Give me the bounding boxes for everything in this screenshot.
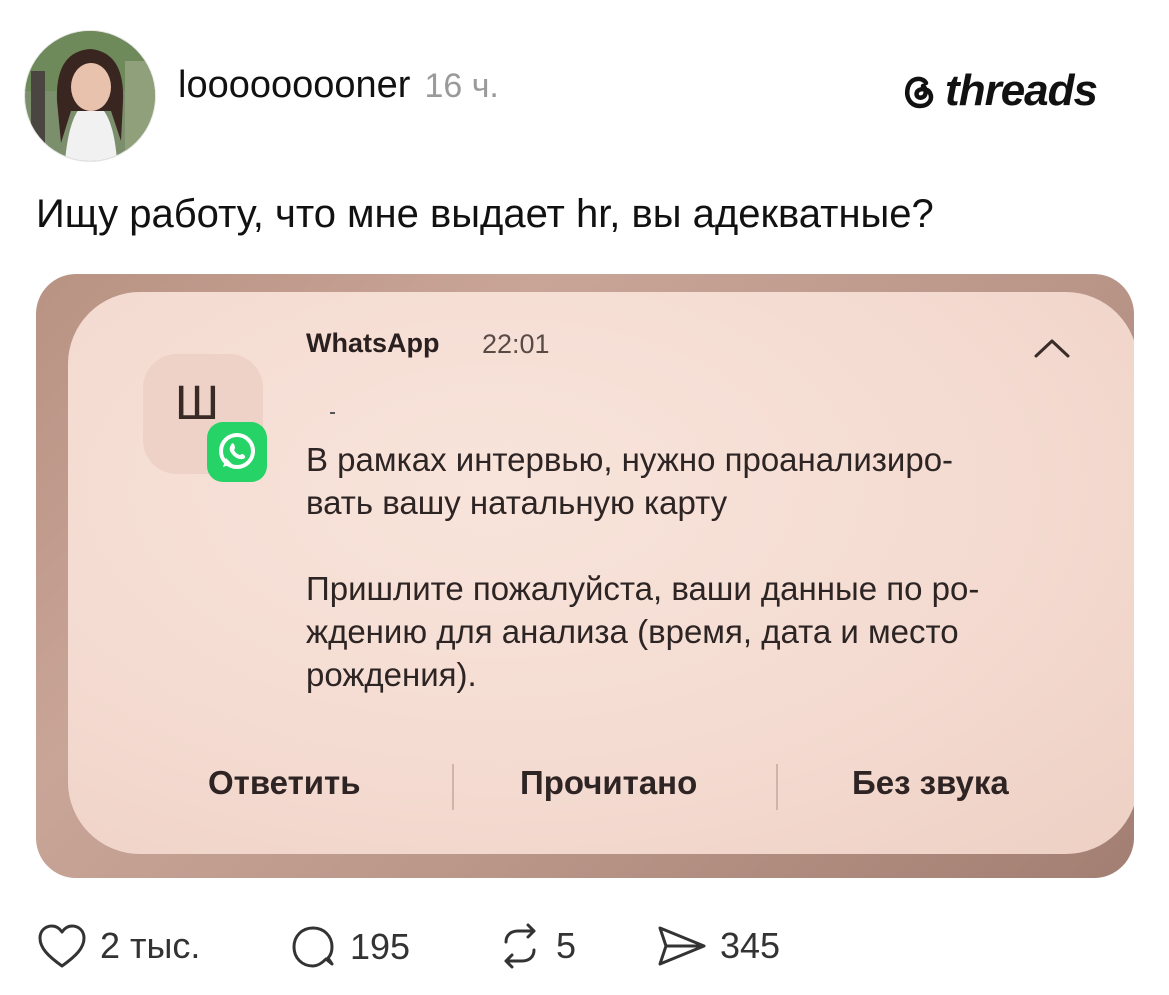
post-stats: 2 тыс. 195 5 345 [36,922,836,972]
notification-app-name: WhatsApp [306,328,440,358]
whatsapp-notification: Ш WhatsApp 22:01 В рамках интервью, нужн… [68,292,1134,854]
heart-icon[interactable] [36,922,88,970]
share-icon[interactable] [656,922,708,970]
notification-message: В рамках интервью, нужно проанализиро- в… [306,438,1086,696]
replies-count: 195 [350,926,411,967]
shares-count: 345 [720,925,781,966]
mark-read-button[interactable]: Прочитано [520,764,697,802]
like-action[interactable]: 2 тыс. [36,922,200,970]
post-time: 16 ч. [424,67,499,105]
message-paragraph-2: Пришлите пожалуйста, ваши данные по ро- … [306,570,980,693]
message-paragraph-1: В рамках интервью, нужно проанализиро- в… [306,441,954,521]
threads-brand: threads [899,66,1098,116]
sender-avatar-tile: Ш [143,354,267,482]
post-text: Ищу работу, что мне выдает hr, вы адеква… [36,192,934,236]
notification-actions: Ответить Прочитано Без звука [68,754,1134,814]
repost-icon[interactable] [496,922,544,970]
share-action[interactable]: 345 [656,922,780,970]
reposts-count: 5 [556,925,577,966]
action-divider [776,764,778,810]
comment-icon[interactable] [288,922,338,972]
post-image[interactable]: Ш WhatsApp 22:01 В рамках интервью, нужн… [36,274,1134,878]
chevron-up-icon[interactable] [1032,336,1072,360]
post-author-row: looooooooner 16 ч. [178,64,499,107]
sender-name-redacted [330,412,335,414]
whatsapp-icon [207,422,267,482]
notification-time: 22:01 [482,329,550,359]
reply-action[interactable]: 195 [288,922,410,972]
reply-button[interactable]: Ответить [208,764,361,802]
repost-action[interactable]: 5 [496,922,576,970]
threads-logo-icon [905,76,934,109]
mute-button[interactable]: Без звука [852,764,1009,802]
likes-count: 2 тыс. [100,925,201,966]
avatar[interactable] [24,30,156,162]
threads-wordmark: threads [945,66,1098,115]
avatar-photo [25,31,155,161]
username[interactable]: looooooooner [178,64,410,107]
action-divider [452,764,454,810]
